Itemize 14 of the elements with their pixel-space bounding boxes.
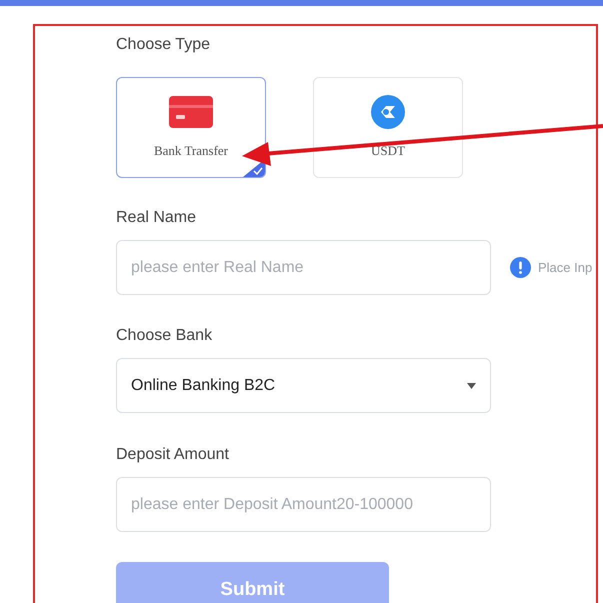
info-icon <box>510 257 531 278</box>
coin-icon <box>371 94 405 129</box>
type-option[interactable]: Bank Transfer <box>116 77 266 178</box>
bank-select[interactable]: Online Banking B2C <box>116 358 491 413</box>
credit-card-icon <box>169 96 213 128</box>
type-option[interactable]: USDT <box>313 77 463 178</box>
dropdown-caret-icon <box>467 382 476 388</box>
hint-text: Place Inp <box>538 258 592 277</box>
field-label: Real Name <box>116 208 198 228</box>
real-name-field[interactable]: please enter Real Name <box>116 240 491 295</box>
section-label: Choose Type <box>116 35 211 55</box>
field-label: Choose Bank <box>116 326 214 346</box>
field-label: Deposit Amount <box>116 445 230 465</box>
deposit-amount-field[interactable]: please enter Deposit Amount20-100000 <box>116 477 491 532</box>
